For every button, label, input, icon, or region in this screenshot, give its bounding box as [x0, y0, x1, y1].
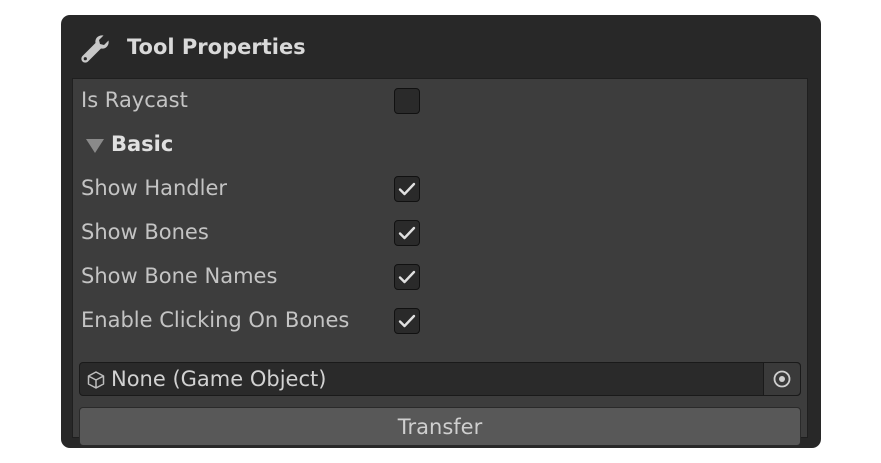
show-handler-label: Show Handler [81, 176, 228, 200]
tool-properties-panel: Tool Properties Is Raycast Basic Show Ha… [61, 15, 821, 448]
checkmark-icon [398, 270, 416, 284]
show-bones-row: Show Bones [73, 212, 807, 252]
foldout-arrow-icon[interactable] [86, 139, 104, 153]
show-bones-checkbox[interactable] [394, 220, 420, 246]
show-bones-label: Show Bones [81, 220, 209, 244]
show-bone-names-row: Show Bone Names [73, 256, 807, 296]
is-raycast-checkbox[interactable] [394, 88, 420, 114]
game-object-value: None (Game Object) [111, 367, 327, 391]
object-picker-button[interactable] [763, 363, 800, 395]
enable-clicking-on-bones-checkbox[interactable] [394, 308, 420, 334]
show-bone-names-label: Show Bone Names [81, 264, 278, 288]
basic-foldout[interactable]: Basic [73, 124, 807, 164]
panel-header: Tool Properties [61, 15, 821, 78]
game-object-field[interactable]: None (Game Object) [79, 362, 801, 396]
is-raycast-label: Is Raycast [81, 88, 188, 112]
is-raycast-row: Is Raycast [73, 80, 807, 120]
enable-clicking-on-bones-label: Enable Clicking On Bones [81, 308, 350, 332]
enable-clicking-on-bones-row: Enable Clicking On Bones [73, 300, 807, 340]
show-handler-row: Show Handler [73, 168, 807, 208]
wrench-icon [81, 35, 109, 63]
basic-foldout-label[interactable]: Basic [111, 132, 173, 156]
properties-content: Is Raycast Basic Show Handler Show Bones [72, 78, 808, 446]
panel-title: Tool Properties [127, 35, 306, 59]
checkmark-icon [398, 314, 416, 328]
target-icon [773, 370, 791, 388]
show-handler-checkbox[interactable] [394, 176, 420, 202]
checkmark-icon [398, 226, 416, 240]
cube-icon [87, 371, 105, 389]
checkmark-icon [398, 182, 416, 196]
transfer-button[interactable]: Transfer [79, 407, 801, 446]
show-bone-names-checkbox[interactable] [394, 264, 420, 290]
